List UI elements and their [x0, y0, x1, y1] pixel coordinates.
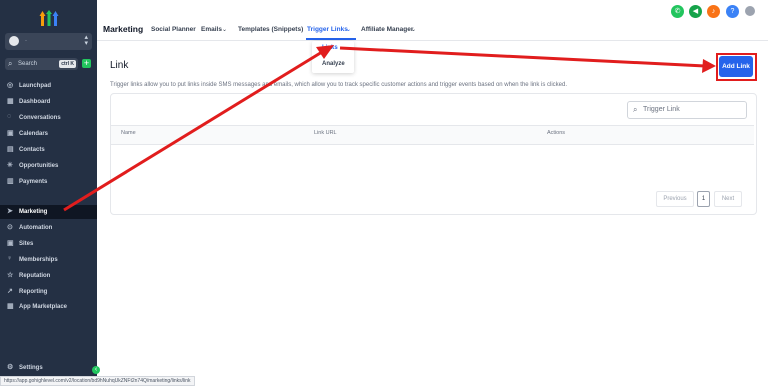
annotation-arrow-to-links — [63, 50, 323, 212]
annotation-arrows — [63, 45, 716, 212]
annotation-arrow-to-add-link — [339, 46, 706, 68]
annotation-arrowhead — [316, 45, 334, 59]
annotation-arrowhead — [702, 59, 716, 73]
